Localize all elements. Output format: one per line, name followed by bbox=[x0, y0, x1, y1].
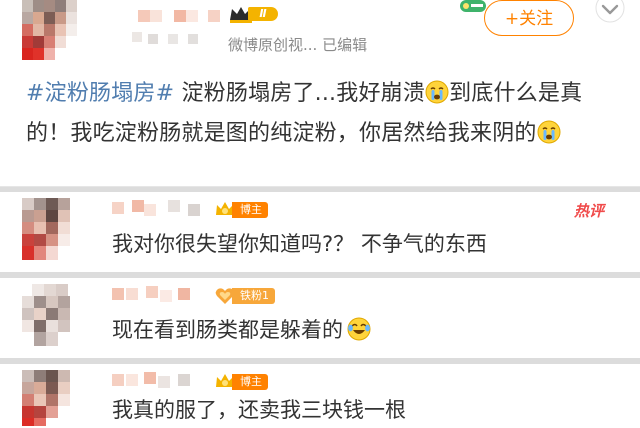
comment-text: 我真的服了，还卖我三块钱一根 bbox=[112, 398, 406, 422]
pixelated-avatar[interactable] bbox=[22, 0, 88, 60]
comment-item: 铁粉1 现在看到肠类都是躲着的 bbox=[0, 278, 640, 358]
main-post-card: Ⅱ 微博原创视... 已编辑 +关注 #淀粉肠塌房# 淀粉肠塌房了...我好崩溃… bbox=[0, 0, 640, 187]
badge-label: 博主 bbox=[232, 374, 268, 390]
comment-text-content: 现在看到肠类都是躲着的 bbox=[112, 318, 343, 342]
hot-comment-label: 热评 bbox=[574, 202, 605, 220]
promo-tag-icon bbox=[460, 0, 486, 12]
post-text-segment: 淀粉肠塌房了...我好崩溃 bbox=[174, 81, 426, 106]
crying-emoji-icon bbox=[537, 120, 561, 144]
laughing-crying-emoji-icon bbox=[347, 317, 371, 341]
pixelated-avatar[interactable] bbox=[22, 370, 84, 426]
comment-text: 现在看到肠类都是躲着的 bbox=[112, 314, 371, 344]
chevron-down-icon[interactable] bbox=[590, 0, 630, 30]
badge-label: 铁粉1 bbox=[232, 288, 275, 304]
follow-button[interactable]: +关注 bbox=[484, 0, 574, 36]
hashtag-link[interactable]: #淀粉肠塌房# bbox=[26, 81, 174, 106]
comment-text: 我对你很失望你知道吗?？ 不争气的东西 bbox=[112, 232, 487, 256]
username-blur[interactable] bbox=[128, 6, 224, 52]
level-label: Ⅱ bbox=[248, 7, 278, 21]
username-blur[interactable] bbox=[112, 198, 208, 218]
pixelated-avatar[interactable] bbox=[22, 284, 84, 346]
post-body: #淀粉肠塌房# 淀粉肠塌房了...我好崩溃 到底什么是真的！我吃淀粉肠就是图的纯… bbox=[26, 74, 626, 154]
crying-emoji-icon bbox=[425, 80, 449, 104]
username-blur[interactable] bbox=[112, 284, 208, 304]
username-blur[interactable] bbox=[112, 370, 208, 390]
post-source: 微博原创视... 已编辑 bbox=[228, 36, 368, 54]
level-badge: Ⅱ bbox=[228, 4, 278, 24]
badge-label: 博主 bbox=[232, 202, 268, 218]
comment-item: 博主 我真的服了，还卖我三块钱一根 bbox=[0, 364, 640, 428]
pixelated-avatar[interactable] bbox=[22, 198, 84, 260]
comment-item: 博主 热评 我对你很失望你知道吗?？ 不争气的东西 bbox=[0, 192, 640, 272]
